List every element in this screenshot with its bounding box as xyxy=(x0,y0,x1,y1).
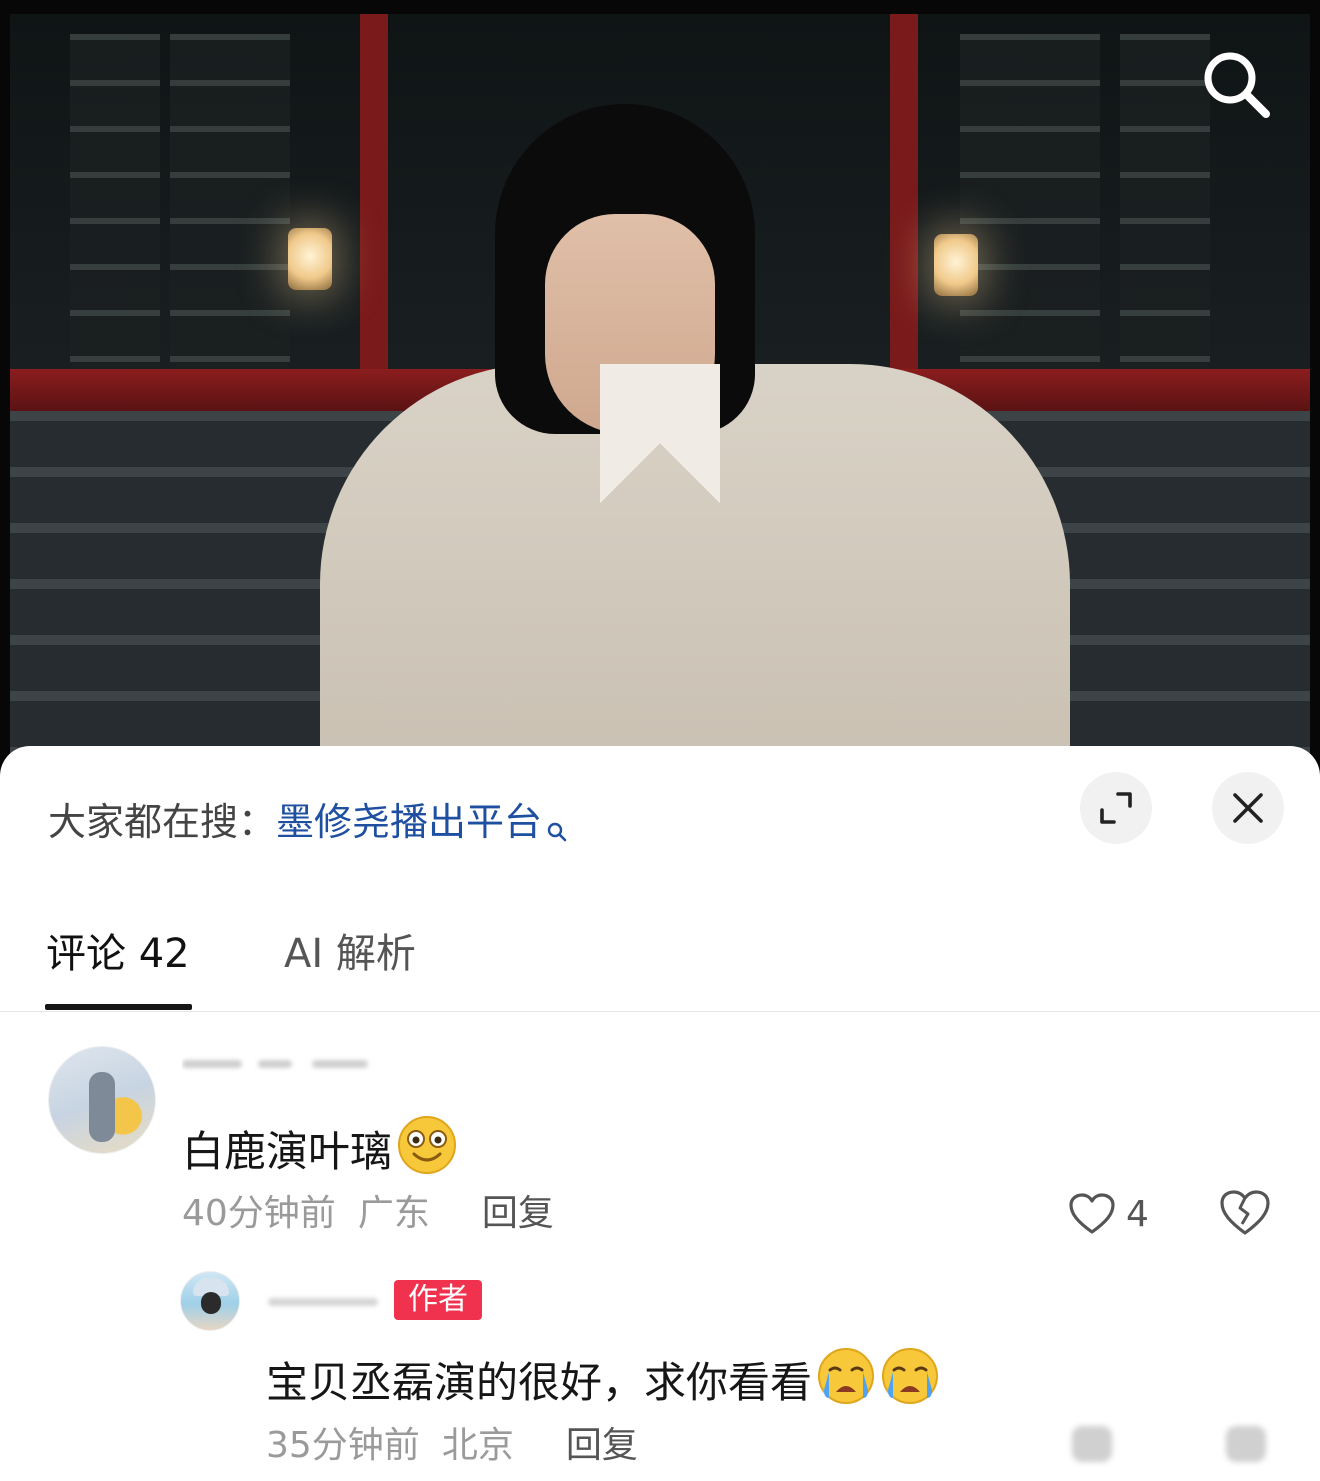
comments-sheet: 大家都在搜：墨修尧播出平台 评论 42 AI 解析 白鹿演叶璃 40分钟前 广东… xyxy=(0,746,1320,1481)
reply-username-redacted[interactable] xyxy=(268,1284,388,1314)
reply-location: 北京 xyxy=(441,1425,514,1466)
redacted-dislike-button[interactable] xyxy=(1226,1426,1266,1462)
loudly-crying-face-icon xyxy=(880,1346,940,1420)
close-icon xyxy=(1233,793,1263,823)
shelf-left-2 xyxy=(170,34,290,374)
comment-meta: 40分钟前 广东 回复 xyxy=(182,1190,554,1238)
expand-icon xyxy=(1100,792,1132,824)
tab-ai-analysis[interactable]: AI 解析 xyxy=(284,926,416,982)
redacted-like-button[interactable] xyxy=(1072,1426,1112,1462)
hot-search-link[interactable]: 墨修尧播出平台 xyxy=(276,800,568,844)
hot-search-prefix: 大家都在搜： xyxy=(48,800,277,844)
shelf-left xyxy=(70,34,160,374)
loudly-crying-face-icon xyxy=(816,1346,876,1420)
hot-search-bar: 大家都在搜：墨修尧播出平台 xyxy=(48,794,568,858)
close-button[interactable] xyxy=(1212,772,1284,844)
reply-time: 35分钟前 xyxy=(266,1425,420,1466)
video-player[interactable] xyxy=(0,0,1320,780)
comment-time: 40分钟前 xyxy=(182,1193,336,1234)
comment-text: 白鹿演叶璃 xyxy=(182,1114,458,1190)
avatar[interactable] xyxy=(48,1046,156,1154)
tab-bar: 评论 42 AI 解析 xyxy=(0,916,1320,1012)
broken-heart-icon xyxy=(1220,1190,1270,1235)
comment-location: 广东 xyxy=(357,1193,430,1234)
expand-button[interactable] xyxy=(1080,772,1152,844)
like-button[interactable]: 4 xyxy=(1068,1188,1149,1240)
reply-avatar[interactable] xyxy=(180,1271,240,1331)
video-frame xyxy=(10,14,1310,780)
reply-button[interactable]: 回复 xyxy=(482,1193,554,1234)
comment-body: 白鹿演叶璃 xyxy=(182,1127,393,1176)
like-count: 4 xyxy=(1126,1193,1149,1235)
active-tab-indicator xyxy=(45,1004,192,1010)
smiling-face-emoji-icon xyxy=(396,1114,458,1190)
heart-icon xyxy=(1069,1193,1115,1234)
small-search-icon xyxy=(546,802,568,858)
collar xyxy=(600,364,720,534)
search-icon[interactable] xyxy=(1196,44,1276,124)
reply-reply-button[interactable]: 回复 xyxy=(566,1425,638,1466)
tab-comments[interactable]: 评论 42 xyxy=(46,926,190,982)
reply-text: 宝贝丞磊演的很好，求你看看 xyxy=(266,1346,940,1420)
reply-meta: 35分钟前 北京 回复 xyxy=(266,1422,638,1470)
dislike-button[interactable] xyxy=(1218,1188,1272,1240)
author-badge: 作者 xyxy=(394,1280,482,1320)
username-redacted[interactable] xyxy=(182,1046,382,1076)
hot-search-query: 墨修尧播出平台 xyxy=(276,800,543,844)
reply-body: 宝贝丞磊演的很好，求你看看 xyxy=(266,1358,813,1407)
person-figure xyxy=(320,64,1070,780)
